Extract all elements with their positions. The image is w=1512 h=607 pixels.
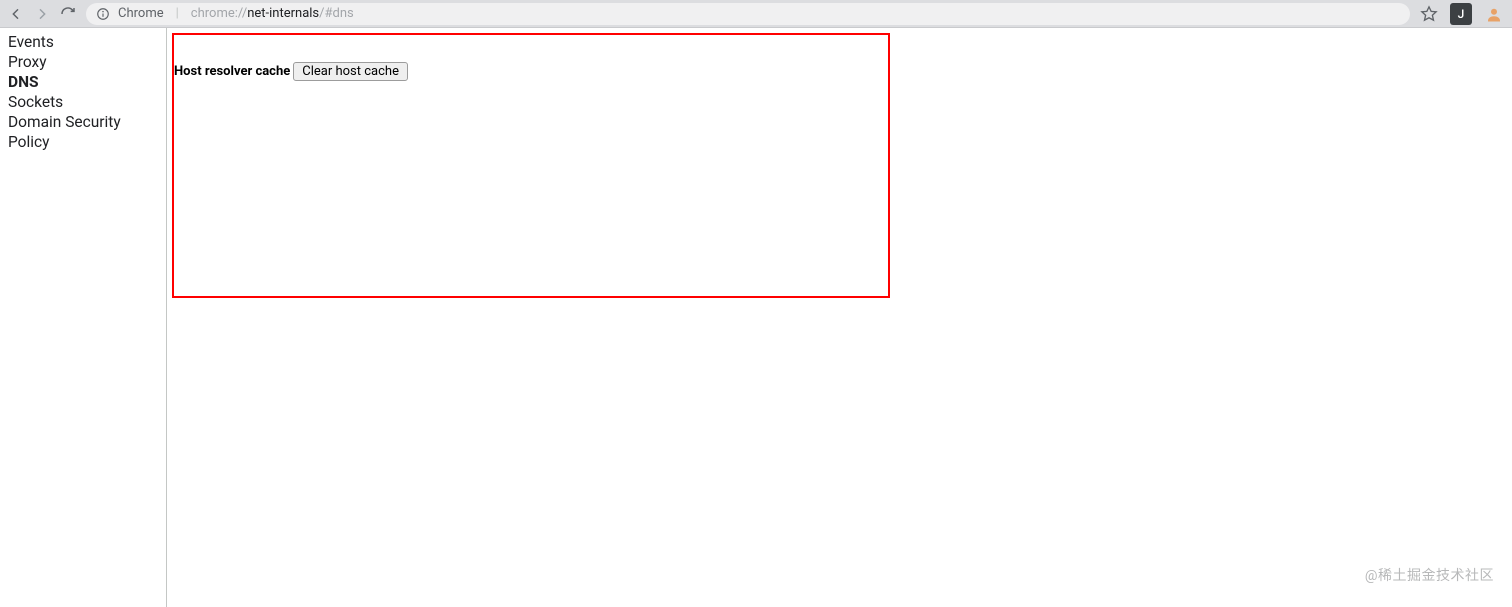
site-info-icon[interactable]: [96, 7, 110, 21]
sidebar-item-domain-security-policy[interactable]: Domain Security Policy: [8, 112, 166, 152]
back-button[interactable]: [8, 6, 24, 22]
reload-button[interactable]: [60, 6, 76, 22]
address-prefix: Chrome: [118, 6, 164, 21]
url-dim-right: /#dns: [319, 6, 354, 21]
forward-button[interactable]: [34, 6, 50, 22]
profile-badge[interactable]: J: [1450, 3, 1472, 25]
sidebar-item-events[interactable]: Events: [8, 32, 166, 52]
host-resolver-cache-row: Host resolver cache Clear host cache: [174, 62, 408, 81]
sidebar: Events Proxy DNS Sockets Domain Security…: [0, 28, 167, 607]
url-dim-left: chrome://: [191, 6, 247, 21]
profile-initial: J: [1458, 7, 1465, 21]
address-bar[interactable]: Chrome | chrome://net-internals/#dns: [86, 3, 1410, 25]
watermark-text: @稀土掘金技术社区: [1365, 565, 1494, 585]
clear-host-cache-button[interactable]: Clear host cache: [293, 62, 408, 81]
host-resolver-cache-label: Host resolver cache: [174, 64, 290, 79]
sidebar-item-sockets[interactable]: Sockets: [8, 92, 166, 112]
browser-toolbar: Chrome | chrome://net-internals/#dns J: [0, 0, 1512, 28]
content-area: Host resolver cache Clear host cache: [167, 28, 1512, 607]
bookmark-star-icon[interactable]: [1420, 5, 1438, 23]
address-separator: |: [176, 6, 179, 21]
sidebar-item-dns[interactable]: DNS: [8, 72, 166, 92]
sidebar-item-proxy[interactable]: Proxy: [8, 52, 166, 72]
address-url: chrome://net-internals/#dns: [191, 6, 354, 21]
extension-icon[interactable]: [1484, 4, 1504, 24]
url-bold: net-internals: [247, 6, 319, 21]
page-body: Events Proxy DNS Sockets Domain Security…: [0, 28, 1512, 607]
toolbar-right: J: [1420, 3, 1504, 25]
